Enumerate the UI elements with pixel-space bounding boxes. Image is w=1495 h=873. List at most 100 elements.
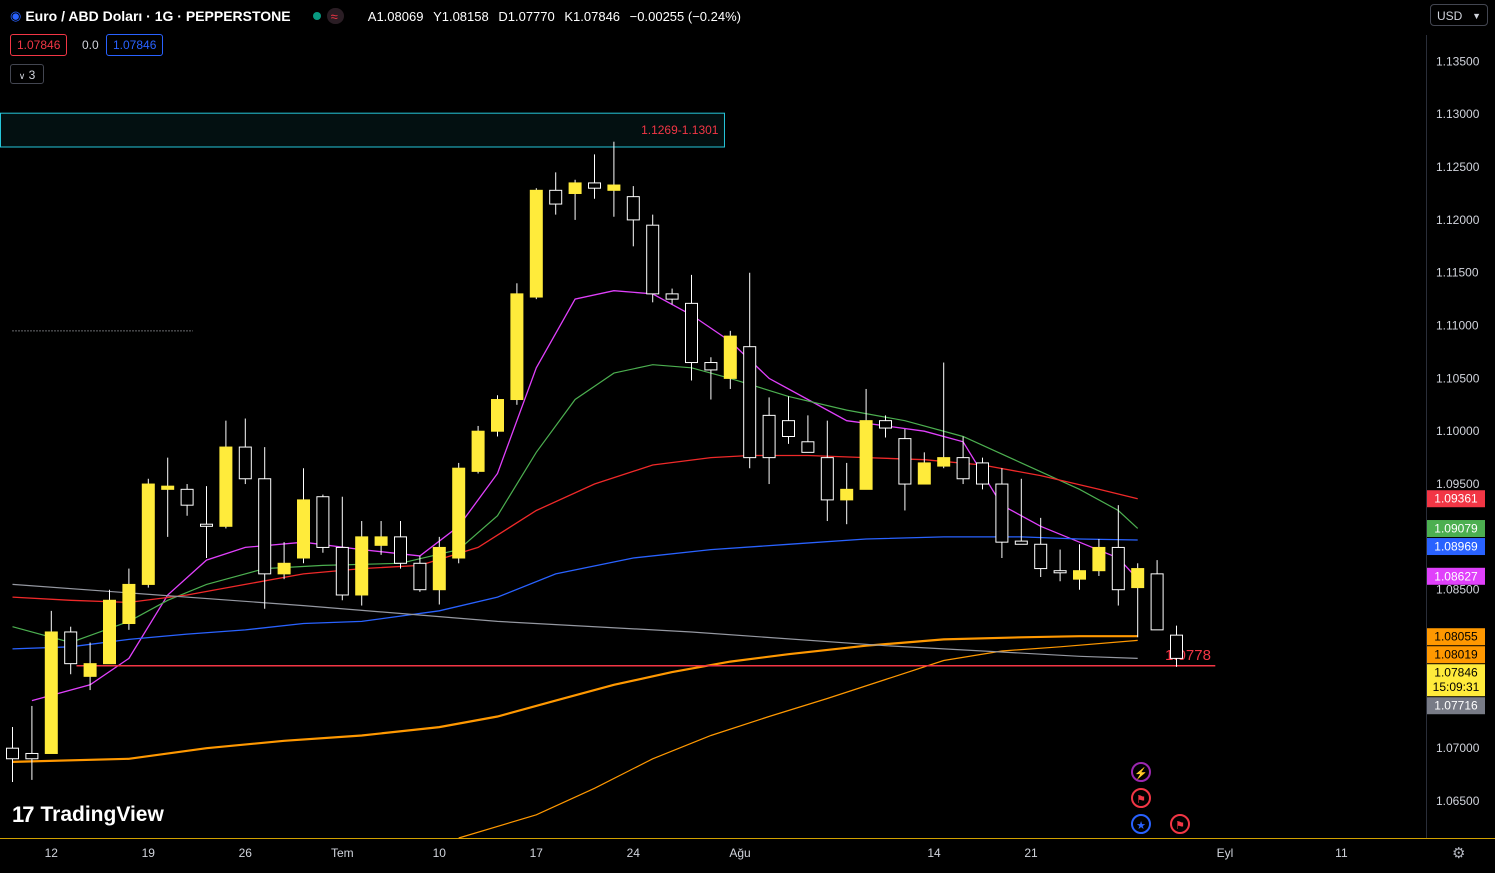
- price-scale-label: 1.09361: [1434, 492, 1478, 506]
- candle[interactable]: [141, 483, 155, 585]
- y-tick-label: 1.11000: [1436, 319, 1479, 333]
- candle[interactable]: [471, 430, 485, 472]
- candle[interactable]: [355, 536, 369, 596]
- candle[interactable]: [937, 457, 951, 467]
- candle[interactable]: [976, 462, 989, 485]
- candle[interactable]: [898, 438, 912, 485]
- x-tick-label: Ağu: [729, 846, 750, 860]
- candle[interactable]: [6, 747, 19, 760]
- x-tick-label: 11: [1335, 846, 1348, 860]
- candle[interactable]: [297, 499, 310, 559]
- candle[interactable]: [879, 420, 892, 429]
- candle[interactable]: [685, 302, 698, 364]
- indicators-toggle[interactable]: ∨ 3: [10, 64, 44, 84]
- candle[interactable]: [704, 362, 718, 371]
- candle[interactable]: [762, 414, 776, 459]
- candle[interactable]: [568, 182, 582, 194]
- low-label: D: [498, 8, 508, 24]
- candle[interactable]: [25, 752, 39, 760]
- candle[interactable]: [1092, 546, 1106, 572]
- candle[interactable]: [432, 546, 446, 591]
- candle[interactable]: [588, 182, 601, 189]
- candle[interactable]: [103, 599, 116, 665]
- candle[interactable]: [200, 523, 213, 527]
- candle[interactable]: [122, 583, 136, 625]
- candle[interactable]: [491, 399, 504, 432]
- candle[interactable]: [859, 420, 873, 490]
- candle[interactable]: [452, 467, 466, 559]
- candle[interactable]: [83, 663, 97, 677]
- candle[interactable]: [1131, 568, 1145, 589]
- candle[interactable]: [316, 496, 330, 548]
- candle[interactable]: [374, 536, 388, 546]
- currency-value: USD: [1437, 9, 1463, 23]
- candle[interactable]: [820, 457, 834, 501]
- candle[interactable]: [413, 562, 427, 591]
- candle[interactable]: [238, 446, 252, 480]
- candle[interactable]: [956, 457, 970, 480]
- buy-button[interactable]: 1.07846: [106, 34, 164, 56]
- candle[interactable]: [1034, 543, 1048, 570]
- candle[interactable]: [180, 488, 194, 506]
- candle[interactable]: [258, 478, 272, 575]
- candle[interactable]: [394, 536, 407, 564]
- globe-icon: ◉: [10, 8, 22, 23]
- candle[interactable]: [801, 441, 815, 453]
- candle[interactable]: [64, 631, 78, 665]
- candle[interactable]: [665, 293, 679, 300]
- open-value: 1.08069: [376, 8, 424, 24]
- price-scale-label: 1.09079: [1434, 522, 1478, 536]
- y-tick-label: 1.12000: [1436, 213, 1480, 227]
- candle[interactable]: [161, 485, 175, 490]
- symbol-title[interactable]: Euro / ABD Doları · 1G · PEPPERSTONE: [25, 8, 290, 24]
- candle[interactable]: [917, 462, 931, 485]
- candle[interactable]: [549, 189, 563, 205]
- x-tick-label: 17: [530, 846, 544, 860]
- candle[interactable]: [607, 184, 621, 191]
- candle[interactable]: [840, 488, 854, 501]
- candle[interactable]: [1053, 570, 1067, 574]
- symbol-header[interactable]: ◉ Euro / ABD Doları · 1G · PEPPERSTONE ≈…: [10, 6, 741, 26]
- candle[interactable]: [723, 335, 737, 379]
- lightning-icon[interactable]: ⚡: [1131, 762, 1151, 782]
- supply-zone-box[interactable]: [0, 112, 725, 148]
- x-tick-label: 24: [627, 846, 641, 860]
- candle[interactable]: [277, 562, 291, 575]
- us-flag-icon[interactable]: ⚑: [1131, 788, 1151, 808]
- candle[interactable]: [219, 446, 233, 527]
- candle[interactable]: [1111, 546, 1125, 591]
- data-status[interactable]: ≈: [326, 8, 344, 24]
- change-value: −0.00255 (−0.24%): [629, 8, 741, 24]
- y-tick-label: 1.08500: [1436, 583, 1480, 597]
- candle[interactable]: [646, 224, 660, 295]
- y-tick-label: 1.11500: [1436, 266, 1479, 280]
- candle[interactable]: [1170, 634, 1183, 659]
- settings-gear-icon[interactable]: ⚙: [1452, 844, 1465, 862]
- candle[interactable]: [1073, 570, 1086, 580]
- candle[interactable]: [335, 546, 349, 596]
- candle[interactable]: [510, 293, 524, 401]
- moving-average-line-6: [458, 639, 1138, 839]
- us-flag-icon[interactable]: ⚑: [1170, 814, 1190, 834]
- candle[interactable]: [44, 631, 58, 754]
- x-tick-label: 26: [239, 846, 253, 860]
- sell-button[interactable]: 1.07846: [10, 34, 68, 56]
- candle[interactable]: [1150, 573, 1164, 631]
- candle[interactable]: [626, 196, 640, 221]
- x-tick-label: 19: [142, 846, 156, 860]
- eu-flag-icon[interactable]: ★: [1131, 814, 1151, 834]
- price-scale-label: 1.07846: [1434, 666, 1478, 680]
- candle[interactable]: [995, 483, 1009, 543]
- currency-select[interactable]: USD ▼: [1430, 4, 1488, 26]
- candle[interactable]: [782, 420, 795, 437]
- tradingview-logo[interactable]: 17 TradingView: [12, 802, 164, 828]
- chevron-down-icon: ▼: [1472, 11, 1481, 21]
- candle[interactable]: [1014, 540, 1028, 545]
- ohlc-values: A1.08069 Y1.08158 D1.07770 K1.07846 −0.0…: [368, 9, 741, 24]
- candle[interactable]: [529, 189, 543, 298]
- price-chart[interactable]: 1.1269-1.13011.07781.135001.130001.12500…: [0, 0, 1495, 873]
- high-label: Y: [433, 8, 442, 24]
- candle[interactable]: [743, 346, 757, 459]
- price-scale-label: 1.08969: [1434, 540, 1478, 554]
- close-label: K: [564, 8, 574, 24]
